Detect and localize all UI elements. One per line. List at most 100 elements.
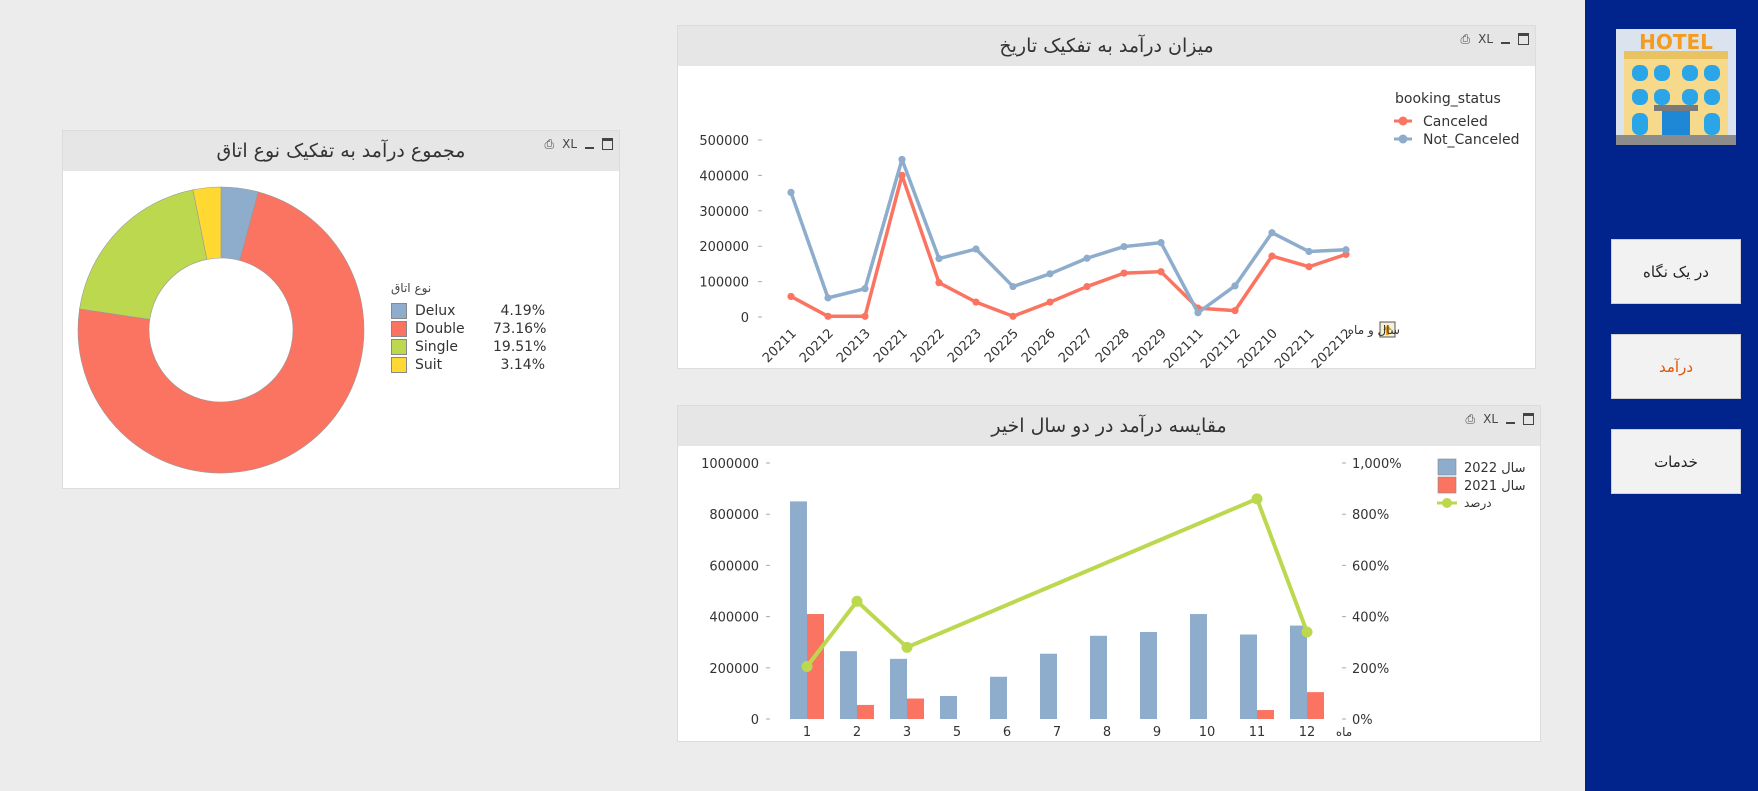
- y2-tick-label: 0%: [1352, 713, 1373, 728]
- y-tick-label: 1000000: [701, 457, 759, 472]
- panel-title: مقایسه درآمد در دو سال اخیر: [991, 415, 1227, 437]
- y-tick-label: 100000: [699, 276, 749, 291]
- legend-label: سال 2021: [1464, 479, 1526, 494]
- data-point: [972, 245, 980, 253]
- legend-label: Canceled: [1423, 114, 1488, 130]
- maximize-icon[interactable]: [1518, 33, 1529, 45]
- sidebar: HOTEL در یک نگاه درآمد خدمات: [1585, 0, 1758, 791]
- y2-tick-label: 200%: [1352, 662, 1389, 677]
- minimize-icon[interactable]: [1506, 422, 1515, 424]
- legend-swatch: [1437, 476, 1457, 494]
- x-tick-label: 5: [953, 725, 961, 740]
- legend-percent: 3.14%: [500, 357, 545, 373]
- percent-point: [851, 595, 863, 607]
- legend-label: سال 2022: [1464, 461, 1526, 476]
- legend-item-single: Single 19.51%: [391, 339, 547, 355]
- x-tick-label: 20221: [871, 326, 911, 366]
- maximize-icon[interactable]: [602, 138, 613, 150]
- x-tick-label: 20228: [1093, 326, 1133, 366]
- data-point: [1009, 282, 1017, 291]
- export-xl-button[interactable]: XL: [562, 137, 577, 151]
- bar-2021: [857, 704, 874, 719]
- data-point: [824, 312, 832, 320]
- y-tick-label: 0: [741, 311, 749, 326]
- logo-text: HOTEL: [1639, 30, 1713, 54]
- data-point: [824, 294, 832, 302]
- nav-revenue-button[interactable]: درآمد: [1611, 334, 1741, 399]
- legend-label: درصد: [1464, 496, 1492, 511]
- y-tick-label: 800000: [709, 508, 759, 523]
- y-tick-label: 600000: [709, 559, 759, 574]
- legend-swatch: [391, 339, 407, 355]
- data-point: [1083, 254, 1091, 262]
- legend-title: booking_status: [1395, 91, 1501, 107]
- percent-point: [1251, 493, 1263, 505]
- y-tick-label: 500000: [699, 134, 749, 149]
- data-point: [1009, 312, 1017, 320]
- panel-title: میزان درآمد به تفکیک تاریخ: [999, 35, 1214, 57]
- y2-tick-label: 600%: [1352, 559, 1389, 574]
- data-point: [972, 298, 980, 306]
- print-icon[interactable]: ⎙: [544, 137, 554, 151]
- data-point: [787, 188, 795, 196]
- revenue-by-date-panel: میزان درآمد به تفکیک تاریخ ⎙ XL 0 100000 2…: [677, 25, 1536, 369]
- donut-slice-single: [79, 189, 208, 320]
- panel-title: مجموع درآمد به تفکیک نوع اتاق: [216, 140, 466, 162]
- print-icon[interactable]: ⎙: [1460, 32, 1470, 46]
- x-tick-label: 20211: [760, 326, 800, 366]
- nav-overview-button[interactable]: در یک نگاه: [1611, 239, 1741, 304]
- y2-tick-label: 400%: [1352, 611, 1389, 626]
- data-point: [898, 155, 906, 164]
- export-xl-button[interactable]: XL: [1483, 412, 1498, 426]
- bar-2022: [790, 501, 807, 719]
- percent-point: [901, 641, 913, 653]
- room-type-revenue-panel: مجموع درآمد به تفکیک نوع اتاق ⎙ XL نوع ا…: [62, 130, 620, 489]
- bar-2022: [1140, 631, 1157, 719]
- line-chart: 0 100000 200000 300000 400000 500000 202112021…: [699, 91, 1519, 368]
- bar-2022: [1040, 653, 1057, 719]
- print-icon[interactable]: ⎙: [1465, 412, 1475, 426]
- x-tick-label: 20212: [797, 326, 837, 366]
- y-tick-label: 200000: [709, 662, 759, 677]
- data-point: [1157, 268, 1165, 276]
- data-point: [1046, 298, 1054, 306]
- panel-controls: ⎙ XL: [1460, 32, 1529, 46]
- bar-2022: [1240, 634, 1257, 719]
- two-year-comparison-panel: مقایسه درآمد در دو سال اخیر ⎙ XL 0 200000…: [677, 405, 1541, 742]
- x-tick-label: 6: [1003, 725, 1011, 740]
- legend-percent: 4.19%: [500, 303, 545, 319]
- y-tick-label: 200000: [699, 240, 749, 255]
- dimension-label: سال و ماه: [1348, 323, 1400, 338]
- y-tick-label: 400000: [699, 169, 749, 184]
- data-point: [935, 254, 943, 263]
- nav-services-button[interactable]: خدمات: [1611, 429, 1741, 494]
- data-point: [1268, 252, 1276, 260]
- maximize-icon[interactable]: [1523, 413, 1534, 425]
- legend-label: Not_Canceled: [1423, 132, 1519, 148]
- legend-title: نوع اتاق: [391, 281, 432, 295]
- hotel-logo: HOTEL: [1616, 29, 1736, 145]
- panel-controls: ⎙ XL: [1465, 412, 1534, 426]
- y-tick-label: 300000: [699, 205, 749, 220]
- y2-tick-label: 800%: [1352, 508, 1389, 523]
- x-tick-label: 8: [1103, 725, 1111, 740]
- legend-item-suit: Suit 3.14%: [391, 357, 545, 373]
- data-point: [1194, 309, 1202, 317]
- x-tick-label: 7: [1053, 725, 1061, 740]
- x-tick-label: 11: [1249, 725, 1266, 740]
- x-tick-label: 3: [903, 725, 911, 740]
- legend-swatch: [1437, 458, 1457, 476]
- x-tick-label: 20226: [1019, 326, 1059, 366]
- legend-percent: 19.51%: [493, 339, 547, 355]
- x-axis-label: ماه: [1336, 725, 1352, 739]
- bar-2022: [1190, 614, 1207, 719]
- minimize-icon[interactable]: [1501, 42, 1510, 44]
- data-point: [1231, 282, 1239, 290]
- data-point: [861, 312, 869, 320]
- data-point: [1046, 270, 1054, 278]
- data-point: [935, 279, 943, 287]
- export-xl-button[interactable]: XL: [1478, 32, 1493, 46]
- minimize-icon[interactable]: [585, 147, 594, 149]
- legend-swatch: [391, 303, 407, 319]
- data-point: [787, 292, 795, 301]
